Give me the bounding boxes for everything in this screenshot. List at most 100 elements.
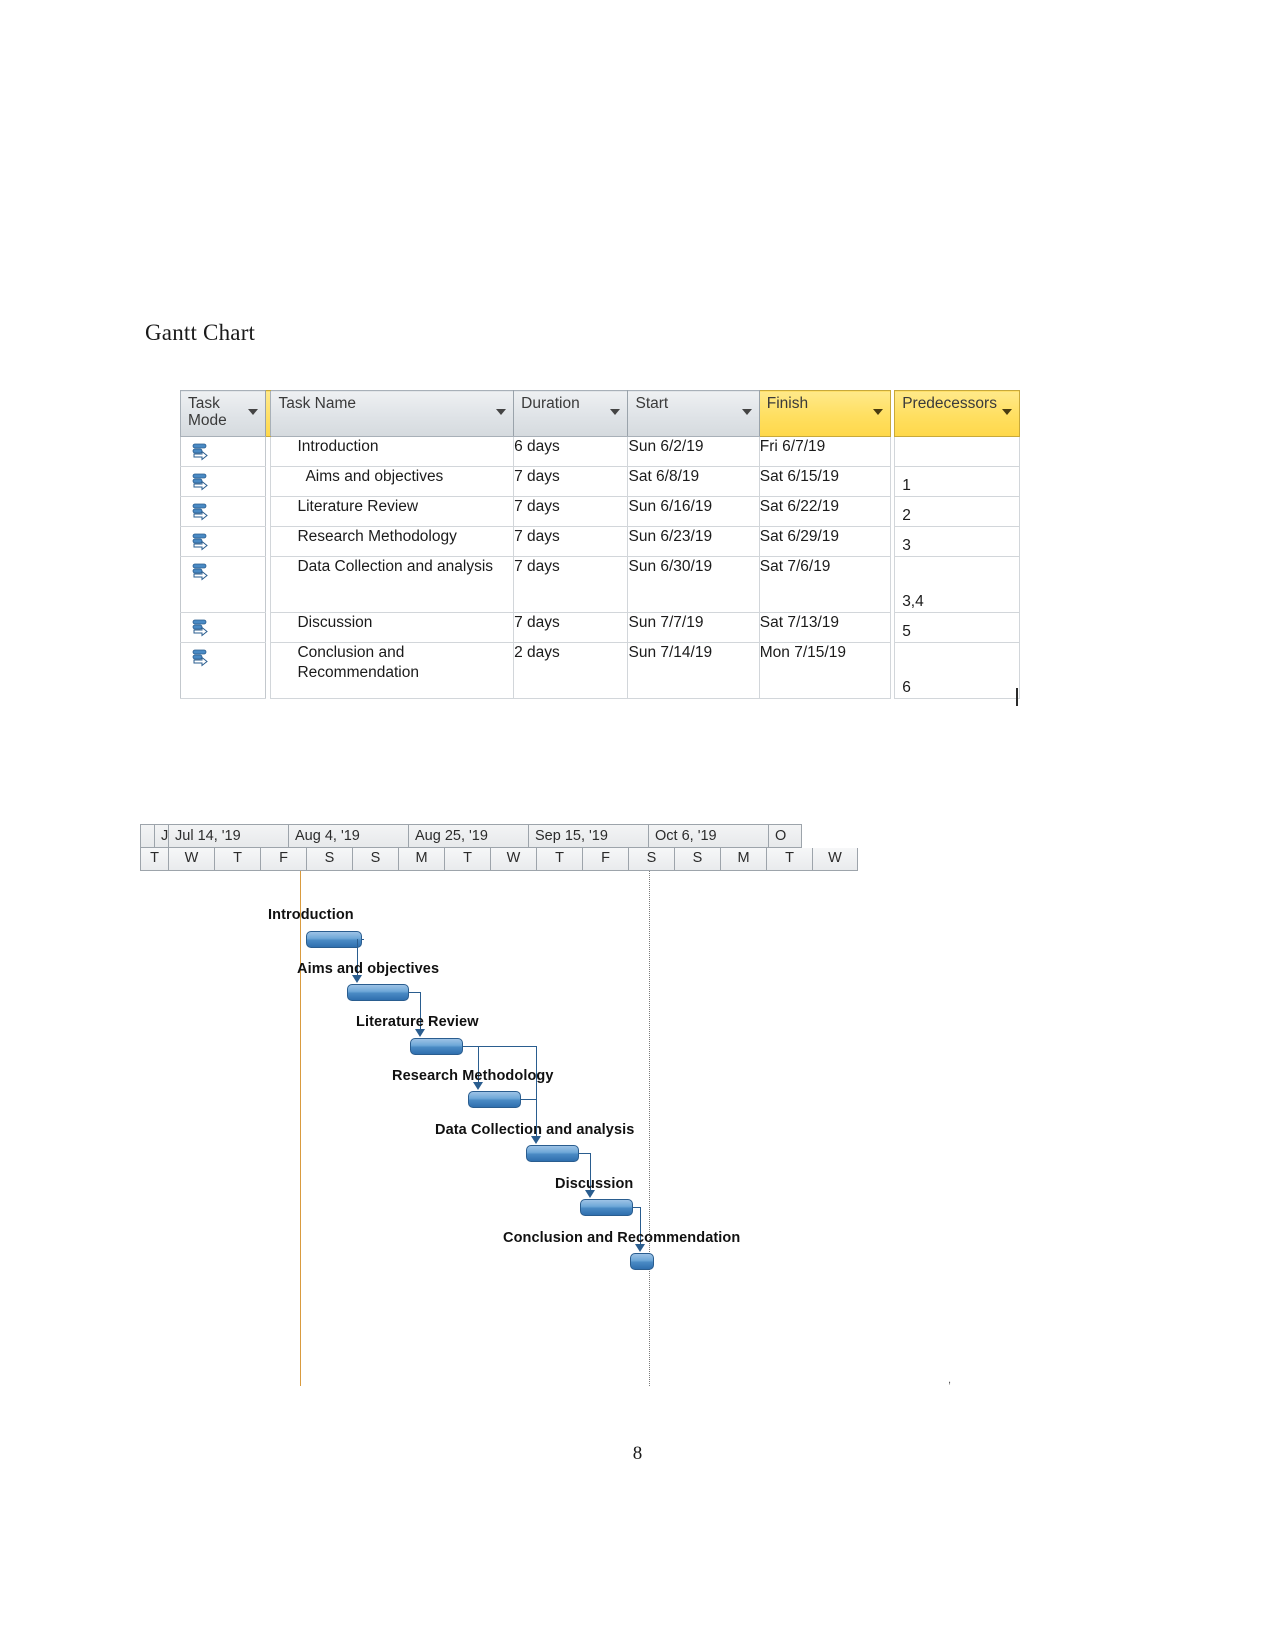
chevron-down-icon[interactable]	[741, 409, 752, 415]
gantt-bar-label: Research Methodology	[392, 1068, 554, 1084]
chevron-down-icon[interactable]	[873, 409, 884, 415]
cell-start[interactable]: Sun 6/2/19	[627, 436, 760, 467]
table-row[interactable]: Data Collection and analysis 7 days Sun 6/…	[180, 556, 1020, 613]
cell-start[interactable]: Sun 6/16/19	[627, 496, 760, 527]
cell-finish[interactable]: Sat 6/22/19	[758, 496, 892, 527]
gantt-bar[interactable]	[410, 1038, 463, 1055]
gantt-timescale: Jun 23, '19Jul 14, '19Aug 4, '19Aug 25, …	[140, 824, 902, 871]
cell-predecessors[interactable]	[894, 436, 1020, 467]
chevron-down-icon[interactable]	[496, 409, 507, 415]
cell-task-name[interactable]: Research Methodology	[270, 526, 515, 557]
cell-finish[interactable]: Sat 6/15/19	[758, 466, 892, 497]
gantt-bar[interactable]	[347, 984, 409, 1001]
cell-predecessors[interactable]: 5	[894, 612, 1020, 643]
cell-start[interactable]: Sat 6/8/19	[627, 466, 760, 497]
cell-task-mode[interactable]	[180, 436, 266, 467]
table-row[interactable]: Conclusion and Recommendation 2 days Sun 7…	[180, 642, 1020, 699]
timescale-major-tick: Jun 23, '19	[154, 824, 168, 848]
timescale-minor-tick: W	[168, 848, 214, 871]
cell-task-name[interactable]: Discussion	[270, 612, 515, 643]
cell-start[interactable]: Sun 7/14/19	[627, 642, 760, 699]
cell-duration[interactable]: 6 days	[513, 436, 629, 467]
table-header-row: Task Mode Task Name Duration Start Finis…	[180, 390, 1020, 437]
cell-predecessors[interactable]: 3	[894, 526, 1020, 557]
column-header-finish-label: Finish	[766, 395, 809, 412]
cell-finish[interactable]: Sat 7/13/19	[758, 612, 892, 643]
cell-finish[interactable]: Fri 6/7/19	[758, 436, 892, 467]
auto-schedule-icon	[191, 472, 213, 494]
table-row[interactable]: Discussion 7 days Sun 7/7/19 Sat 7/13/19 5	[180, 612, 1020, 643]
cell-task-name[interactable]: Data Collection and analysis	[270, 556, 515, 613]
status-line-marker	[649, 871, 650, 1386]
cell-task-mode[interactable]	[180, 556, 266, 613]
timescale-major-row: Jun 23, '19Jul 14, '19Aug 4, '19Aug 25, …	[140, 824, 902, 848]
cell-duration[interactable]: 7 days	[513, 556, 629, 613]
cell-task-name[interactable]: Literature Review	[270, 496, 515, 527]
table-row[interactable]: Introduction 6 days Sun 6/2/19 Fri 6/7/19	[180, 436, 1020, 467]
column-header-start[interactable]: Start	[627, 390, 760, 437]
gantt-bar[interactable]	[526, 1145, 579, 1162]
timescale-minor-tick: S	[628, 848, 674, 871]
column-header-task-mode[interactable]: Task Mode	[180, 390, 266, 437]
cell-start[interactable]: Sun 6/23/19	[627, 526, 760, 557]
timescale-minor-tick: F	[582, 848, 628, 871]
timescale-minor-tick: F	[260, 848, 306, 871]
table-row[interactable]: Aims and objectives 7 days Sat 6/8/19 Sat 6…	[180, 466, 1020, 497]
timescale-minor-tick: M	[720, 848, 766, 871]
timescale-minor-tick: M	[398, 848, 444, 871]
chevron-down-icon[interactable]	[610, 409, 621, 415]
gantt-dependency-arrow-icon	[415, 1029, 425, 1037]
gantt-dependency-link	[463, 1046, 536, 1047]
gantt-bar[interactable]	[630, 1253, 654, 1270]
cell-predecessors[interactable]: 6	[894, 642, 1020, 699]
timescale-minor-tick: S	[352, 848, 398, 871]
page-number: 8	[632, 1443, 643, 1464]
timescale-minor-tick: T	[444, 848, 490, 871]
gantt-bar[interactable]	[580, 1199, 633, 1216]
cell-task-name[interactable]: Aims and objectives	[270, 466, 515, 497]
timescale-major-lead	[140, 824, 154, 848]
cell-task-mode[interactable]	[180, 612, 266, 643]
auto-schedule-icon	[191, 532, 213, 554]
cell-finish[interactable]: Sat 6/29/19	[758, 526, 892, 557]
cell-predecessors[interactable]: 3,4	[894, 556, 1020, 613]
cell-task-name[interactable]: Introduction	[270, 436, 515, 467]
gantt-chart: Jun 23, '19Jul 14, '19Aug 4, '19Aug 25, …	[140, 824, 951, 1386]
gantt-bar[interactable]	[468, 1091, 521, 1108]
cell-task-mode[interactable]	[180, 526, 266, 557]
gantt-bar-label: Aims and objectives	[297, 961, 440, 977]
cell-duration[interactable]: 7 days	[513, 496, 629, 527]
cell-task-name[interactable]: Conclusion and Recommendation	[270, 642, 515, 699]
column-header-task-name[interactable]: Task Name	[270, 390, 515, 437]
gantt-bar[interactable]	[306, 931, 362, 948]
chevron-down-icon[interactable]	[1002, 409, 1012, 415]
timescale-minor-tick: S	[306, 848, 352, 871]
gantt-plot-area: Introduction Aims and objectives Literatur…	[140, 871, 951, 1386]
cell-duration[interactable]: 2 days	[513, 642, 629, 699]
cell-duration[interactable]: 7 days	[513, 526, 629, 557]
column-header-predecessors[interactable]: Predecessors	[894, 390, 1020, 437]
auto-schedule-icon	[191, 618, 213, 640]
gantt-dependency-link	[579, 1153, 590, 1154]
gantt-bar-label: Discussion	[555, 1176, 634, 1192]
cell-task-mode[interactable]	[180, 466, 266, 497]
column-header-duration[interactable]: Duration	[513, 390, 629, 437]
today-line-marker	[300, 871, 301, 1386]
cell-duration[interactable]: 7 days	[513, 466, 629, 497]
table-row[interactable]: Literature Review 7 days Sun 6/16/19 Sat 6/…	[180, 496, 1020, 527]
auto-schedule-icon	[191, 562, 213, 584]
auto-schedule-icon	[191, 442, 213, 464]
column-header-finish[interactable]: Finish	[758, 390, 892, 437]
cell-start[interactable]: Sun 6/30/19	[627, 556, 760, 613]
gantt-dependency-link	[521, 1099, 536, 1100]
table-row[interactable]: Research Methodology 7 days Sun 6/23/19 Sat…	[180, 526, 1020, 557]
cell-finish[interactable]: Mon 7/15/19	[758, 642, 892, 699]
cell-predecessors[interactable]: 2	[894, 496, 1020, 527]
cell-start[interactable]: Sun 7/7/19	[627, 612, 760, 643]
cell-finish[interactable]: Sat 7/6/19	[758, 556, 892, 613]
chevron-down-icon[interactable]	[247, 409, 258, 415]
cell-task-mode[interactable]	[180, 496, 266, 527]
cell-task-mode[interactable]	[180, 642, 266, 699]
cell-duration[interactable]: 7 days	[513, 612, 629, 643]
cell-predecessors[interactable]: 1	[894, 466, 1020, 497]
